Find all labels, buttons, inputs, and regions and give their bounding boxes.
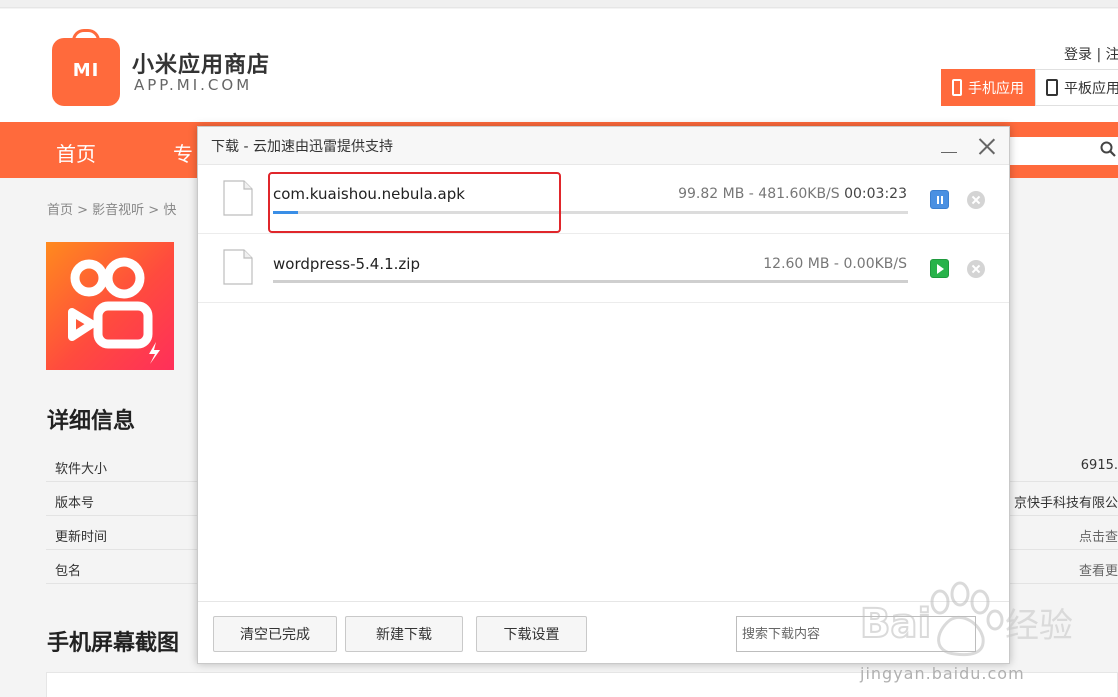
- device-tabs: 手机应用 平板应用: [941, 69, 1118, 106]
- download-size: 12.60 MB: [763, 256, 830, 272]
- download-item[interactable]: wordpress-5.4.1.zip 12.60 MB - 0.00KB/S: [198, 234, 1009, 303]
- remove-button[interactable]: [967, 260, 985, 278]
- bag-handle-icon: [72, 29, 100, 45]
- download-progress-bar: [273, 280, 908, 283]
- download-stats: 12.60 MB - 0.00KB/S: [763, 256, 907, 272]
- row-value-link[interactable]: 点击查: [1079, 526, 1118, 545]
- progress-fill: [273, 280, 908, 283]
- download-search-input[interactable]: [736, 616, 976, 652]
- download-stats: 99.82 MB - 481.60KB/S 00:03:23: [678, 186, 907, 202]
- login-register-link[interactable]: 登录 | 注: [1064, 44, 1118, 64]
- kuaishou-app-icon: [46, 242, 174, 370]
- logo-text: MI: [72, 60, 100, 81]
- tab-label: 平板应用: [1064, 80, 1118, 97]
- new-download-button[interactable]: 新建下载: [345, 616, 463, 652]
- pause-button[interactable]: [930, 190, 949, 209]
- store-logo[interactable]: MI: [52, 29, 120, 106]
- close-icon[interactable]: [978, 137, 996, 155]
- row-value-link[interactable]: 查看更: [1079, 560, 1118, 579]
- nav-home[interactable]: 首页: [56, 138, 96, 167]
- download-time: 00:03:23: [844, 186, 907, 202]
- row-key: 包名: [55, 564, 82, 579]
- screenshots-section-title: 手机屏幕截图: [47, 631, 180, 656]
- row-value: 京快手科技有限公: [1013, 496, 1118, 511]
- row-key: 软件大小: [55, 462, 108, 477]
- download-speed: 481.60KB/S: [758, 186, 840, 202]
- tab-phone-apps[interactable]: 手机应用: [941, 69, 1035, 106]
- store-name: 小米应用商店: [132, 53, 271, 78]
- annotation-highlight-box: [268, 172, 561, 233]
- detail-section-title: 详细信息: [47, 409, 136, 434]
- clear-completed-button[interactable]: 清空已完成: [213, 616, 337, 652]
- browser-top-strip: [0, 0, 1118, 8]
- download-dialog: 下载 - 云加速由迅雷提供支持 com.kuaishou.nebula.apk …: [197, 126, 1010, 664]
- dialog-titlebar[interactable]: 下载 - 云加速由迅雷提供支持: [198, 127, 1009, 165]
- dialog-title: 下载 - 云加速由迅雷提供支持: [211, 139, 393, 155]
- row-key: 更新时间: [55, 530, 108, 545]
- remove-button[interactable]: [967, 191, 985, 209]
- store-header: MI 小米应用商店 APP.MI.COM 登录 | 注 手机应用 平板应用: [0, 9, 1118, 122]
- file-icon: [223, 180, 253, 216]
- search-icon[interactable]: [1100, 141, 1116, 157]
- download-speed: 0.00KB/S: [843, 256, 907, 272]
- tab-tablet-apps[interactable]: 平板应用: [1035, 69, 1118, 106]
- download-size: 99.82 MB: [678, 186, 745, 202]
- store-url: APP.MI.COM: [134, 76, 253, 94]
- row-key: 版本号: [55, 496, 95, 511]
- phone-icon: [952, 79, 962, 96]
- row-value: 6915.: [1080, 458, 1118, 473]
- file-icon: [223, 249, 253, 285]
- download-filename: wordpress-5.4.1.zip: [273, 255, 420, 273]
- watermark-url: jingyan.baidu.com: [860, 664, 1025, 683]
- tab-label: 手机应用: [968, 80, 1024, 97]
- download-settings-button[interactable]: 下载设置: [476, 616, 587, 652]
- nav-topics[interactable]: 专: [173, 138, 193, 167]
- dialog-footer: 清空已完成 新建下载 下载设置: [198, 601, 1009, 663]
- camera-logo-icon: [68, 257, 160, 364]
- tablet-icon: [1046, 79, 1058, 96]
- breadcrumb[interactable]: 首页 > 影音视听 > 快: [47, 199, 176, 218]
- minimize-icon[interactable]: [940, 139, 958, 157]
- resume-button[interactable]: [930, 259, 949, 278]
